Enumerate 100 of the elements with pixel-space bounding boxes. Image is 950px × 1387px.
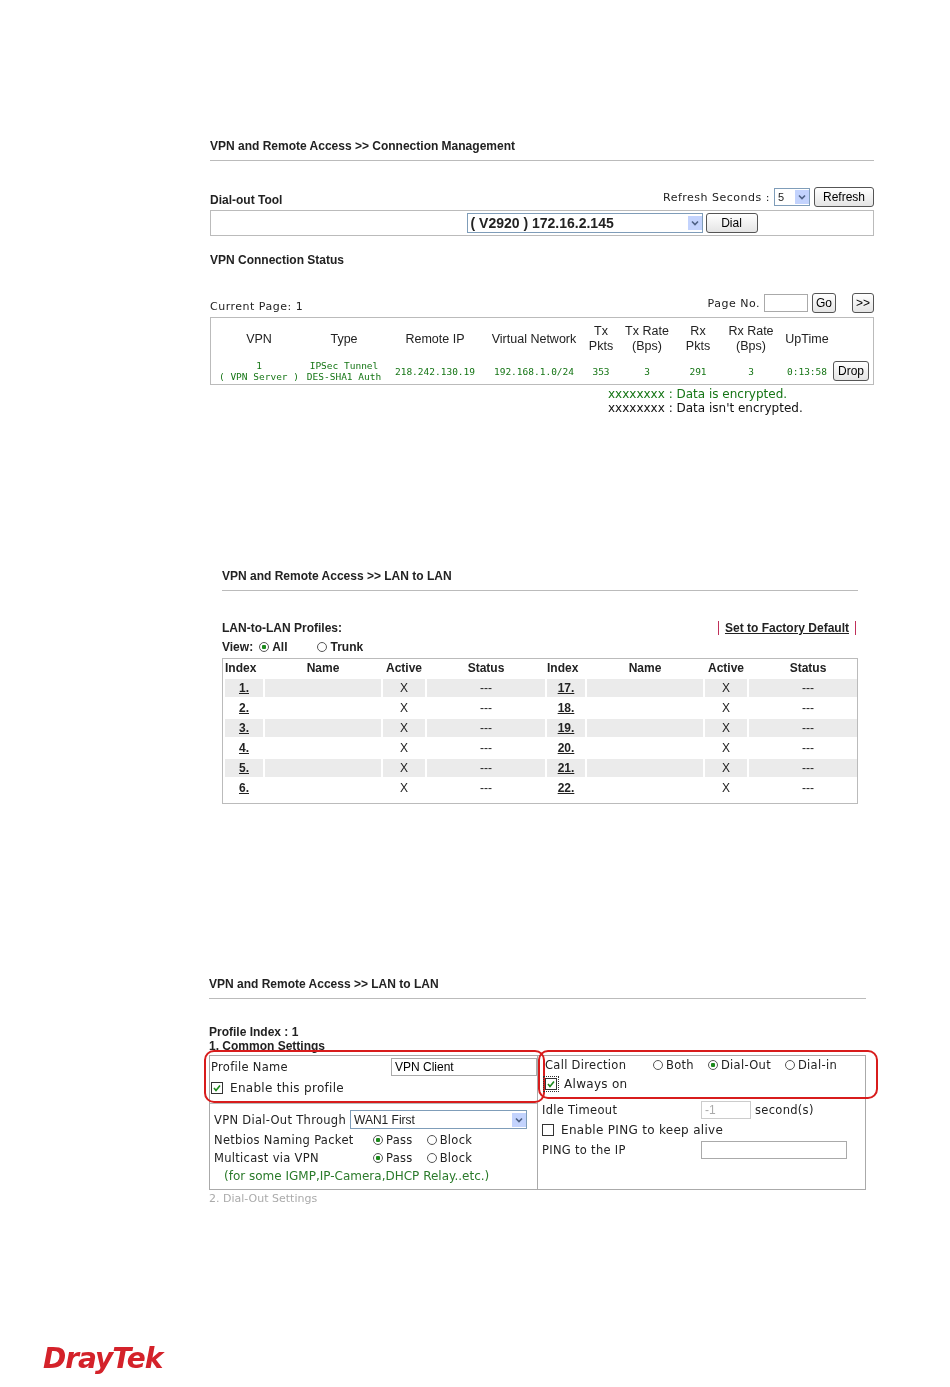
- table-cell: ---: [802, 701, 814, 715]
- table-cell: ---: [480, 741, 492, 755]
- enable-profile-checkbox[interactable]: Enable this profile: [211, 1081, 535, 1095]
- column-header: Index: [547, 661, 580, 677]
- drop-button[interactable]: Drop: [833, 361, 869, 381]
- table-cell: X: [400, 761, 408, 775]
- table-cell-text: 0:13:58: [785, 365, 828, 377]
- table-cell: X: [400, 721, 408, 735]
- legend-text: xxxxxxxx : Data is encrypted.: [608, 387, 789, 401]
- unit-label: second(s): [755, 1103, 814, 1117]
- column-header: Index: [225, 661, 258, 677]
- section-label: 2. Dial-Out Settings: [209, 1192, 319, 1206]
- direction-radio[interactable]: Dial-Out: [707, 1058, 771, 1072]
- profile-index-link[interactable]: 18.: [557, 701, 575, 715]
- page-label: Page No.: [707, 296, 760, 310]
- dropdown-icon: [794, 190, 809, 204]
- current-page-text: Current Page: 1: [210, 300, 304, 313]
- table-cell: ---: [802, 721, 814, 735]
- column-header: Active: [707, 661, 745, 677]
- brand-logo: DrayTek: [43, 1342, 163, 1375]
- dial-out-select[interactable]: WAN1 First: [350, 1110, 528, 1129]
- profile-select[interactable]: ( V2920 ) 172.16.2.145: [466, 213, 703, 233]
- page-input[interactable]: [763, 294, 808, 312]
- table-cell-text: 3: [643, 365, 651, 377]
- table-cell: X: [400, 781, 408, 795]
- table-cell-text: IPSec Tunnel DES-SHA1 Auth: [305, 360, 383, 382]
- table-cell: ---: [480, 721, 492, 735]
- column-header: Tx Rate (Bps): [624, 324, 670, 354]
- legend-text: xxxxxxxx : Data isn't encrypted.: [608, 401, 804, 415]
- column-header: Status: [466, 661, 506, 677]
- table-cell: ---: [480, 761, 492, 775]
- dial-button[interactable]: Dial: [705, 213, 758, 233]
- table-cell: ---: [802, 761, 814, 775]
- section-label: LAN-to-LAN Profiles:: [222, 621, 342, 635]
- field-label: Call Direction: [545, 1058, 628, 1072]
- column-header: Rx Rate (Bps): [727, 324, 775, 354]
- column-header: Tx Pkts: [587, 324, 615, 354]
- view-label: View:: [222, 640, 254, 654]
- profile-index-link[interactable]: 22.: [557, 781, 575, 795]
- table-cell: X: [722, 781, 730, 795]
- column-header: Remote IP: [404, 331, 466, 347]
- option-radio[interactable]: Pass: [373, 1151, 413, 1165]
- table-cell: ---: [802, 741, 814, 755]
- page-title: VPN and Remote Access >> LAN to LAN: [209, 977, 440, 992]
- table-cell: ---: [480, 781, 492, 795]
- field-label: Multicast via VPN: [214, 1151, 320, 1165]
- column-header: Rx Pkts: [684, 324, 712, 354]
- ping-ip-field[interactable]: [701, 1141, 847, 1159]
- view-radio[interactable]: All: [259, 640, 288, 654]
- table-cell: ---: [480, 701, 492, 715]
- refresh-select[interactable]: 5: [773, 188, 810, 206]
- enable-ping-checkbox[interactable]: Enable PING to keep alive: [542, 1123, 865, 1137]
- factory-default-link[interactable]: Set to Factory Default: [717, 621, 856, 635]
- column-header: Active: [385, 661, 423, 677]
- column-header: VPN: [245, 331, 273, 347]
- profile-index-link[interactable]: 2.: [239, 701, 249, 715]
- option-radio[interactable]: Block: [426, 1133, 473, 1147]
- table-cell-text: 192.168.1.0/24: [492, 365, 576, 377]
- page-title: VPN and Remote Access >> LAN to LAN: [222, 569, 453, 584]
- field-label: VPN Dial-Out Through: [214, 1112, 347, 1127]
- column-header: Virtual Network: [490, 331, 578, 347]
- column-header: Status: [788, 661, 828, 677]
- table-cell: X: [722, 721, 730, 735]
- table-cell: X: [722, 741, 730, 755]
- always-on-checkbox[interactable]: Always on: [545, 1077, 868, 1091]
- table-cell-text: 291: [688, 365, 708, 377]
- dropdown-icon: [512, 1112, 527, 1127]
- profile-index-link[interactable]: 4.: [239, 741, 249, 755]
- field-label: Idle Timeout: [542, 1103, 619, 1117]
- direction-radio[interactable]: Dial-in: [784, 1058, 837, 1072]
- table-cell: ---: [802, 781, 814, 795]
- table-cell: ---: [802, 681, 814, 695]
- field-label: Profile Name: [211, 1060, 288, 1074]
- table-cell-text: 3: [747, 365, 755, 377]
- refresh-button[interactable]: Refresh: [813, 187, 874, 207]
- next-page-button[interactable]: >>: [852, 293, 874, 313]
- note-text: (for some IGMP,IP-Camera,DHCP Relay..etc.): [223, 1169, 491, 1183]
- section-label: Dial-out Tool: [210, 193, 283, 207]
- radio-label: Trunk: [330, 640, 364, 654]
- table-cell: X: [400, 701, 408, 715]
- profile-name-field[interactable]: VPN Client: [391, 1058, 537, 1076]
- table-cell: X: [722, 761, 730, 775]
- table-cell: X: [400, 681, 408, 695]
- option-radio[interactable]: Block: [426, 1151, 473, 1165]
- section-label: VPN Connection Status: [210, 253, 345, 267]
- refresh-label: Refresh Seconds :: [663, 190, 770, 204]
- option-radio[interactable]: Pass: [373, 1133, 413, 1147]
- column-header: UpTime: [784, 331, 830, 347]
- table-cell: X: [400, 741, 408, 755]
- direction-radio[interactable]: Both: [653, 1058, 694, 1072]
- profile-index-link[interactable]: 20.: [557, 741, 575, 755]
- view-radio[interactable]: Trunk: [317, 640, 364, 654]
- table-cell-text: 1 ( VPN Server ): [217, 360, 301, 382]
- page-title: VPN and Remote Access >> Connection Management: [210, 139, 516, 154]
- profile-index-link[interactable]: 6.: [239, 781, 249, 795]
- profile-index-text: Profile Index : 1: [209, 1025, 300, 1039]
- go-button[interactable]: Go: [811, 293, 836, 313]
- table-cell: X: [722, 701, 730, 715]
- column-header: Name: [305, 661, 341, 677]
- table-cell-text: 353: [591, 365, 611, 377]
